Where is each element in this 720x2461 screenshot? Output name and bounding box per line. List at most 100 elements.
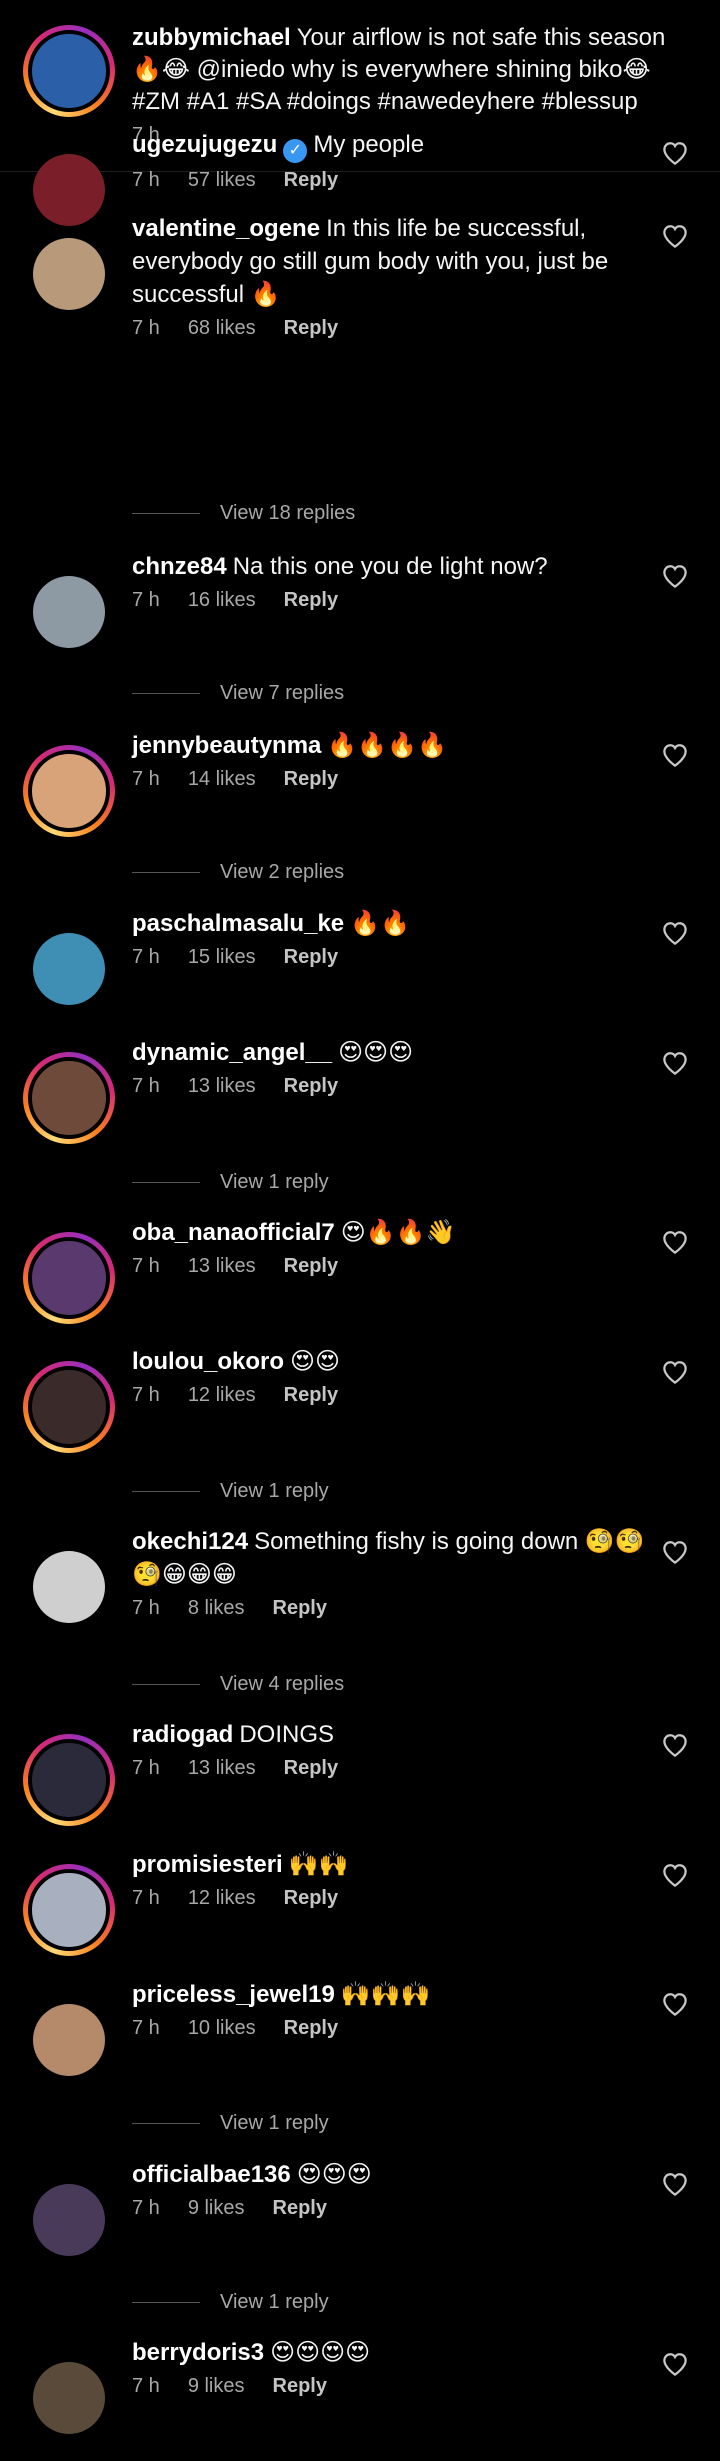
comment-likes[interactable]: 8 likes [188,1597,245,1619]
comment-likes[interactable]: 57 likes [188,169,256,191]
comment-message: 😍😍😍 [338,1039,414,1066]
like-heart-icon[interactable] [660,1537,690,1567]
comment-username[interactable]: okechi124 [132,1528,248,1555]
view-replies-button[interactable]: View 1 reply [132,1167,329,1197]
comment-text: berrydoris3 😍😍😍😍 [132,2336,662,2369]
caption-avatar[interactable] [23,25,115,117]
comment-avatar[interactable] [23,228,115,320]
like-heart-icon[interactable] [660,740,690,770]
comment-avatar[interactable] [23,1994,115,2086]
reply-button[interactable]: Reply [284,1757,338,1779]
view-replies-label: View 2 replies [220,860,345,883]
comment-username[interactable]: radiogad [132,1721,233,1748]
comment-avatar[interactable] [23,1052,115,1144]
view-replies-label: View 7 replies [220,681,345,704]
reply-button[interactable]: Reply [284,589,338,611]
comment-meta: 7 h 68 likes Reply [132,315,662,341]
comment-username[interactable]: promisiesteri [132,1851,283,1878]
like-heart-icon[interactable] [660,1730,690,1760]
reply-button[interactable]: Reply [284,317,338,339]
reply-button[interactable]: Reply [273,2375,327,2397]
view-replies-button[interactable]: View 7 replies [132,678,344,708]
reply-button[interactable]: Reply [273,2197,327,2219]
reply-button[interactable]: Reply [284,2017,338,2039]
reply-button[interactable]: Reply [284,1255,338,1277]
comment-username[interactable]: berrydoris3 [132,2339,264,2366]
view-replies-button[interactable]: View 1 reply [132,2108,329,2138]
comment-likes[interactable]: 12 likes [188,1887,256,1909]
comment-username[interactable]: loulou_okoro [132,1348,284,1375]
comment-text: promisiesteri 🙌🙌 [132,1848,662,1881]
comment-username[interactable]: dynamic_angel__ [132,1039,332,1066]
comment-username[interactable]: ugezujugezu [132,131,277,158]
comment-likes[interactable]: 16 likes [188,589,256,611]
comment-meta: 7 h 9 likes Reply [132,2373,662,2399]
like-heart-icon[interactable] [660,221,690,251]
comment-likes[interactable]: 12 likes [188,1384,256,1406]
comment-text: jennybeautynma 🔥🔥🔥🔥 [132,729,662,762]
comment-meta: 7 h 10 likes Reply [132,2015,662,2041]
like-heart-icon[interactable] [660,1357,690,1387]
view-replies-button[interactable]: View 1 reply [132,1476,329,1506]
caption-username[interactable]: zubbymichael [132,24,291,51]
comment-meta: 7 h 8 likes Reply [132,1595,662,1621]
comment-username[interactable]: officialbae136 [132,2161,291,2188]
comment-text: okechi124 Something fishy is going down 🧐… [132,1525,662,1591]
comment-avatar[interactable] [23,745,115,837]
comment-avatar[interactable] [23,566,115,658]
comment-likes[interactable]: 13 likes [188,1255,256,1277]
comment-likes[interactable]: 10 likes [188,2017,256,2039]
reply-button[interactable]: Reply [273,1597,327,1619]
comment-meta: 7 h 57 likes Reply [132,167,662,193]
comment-avatar[interactable] [23,2352,115,2444]
comment-avatar[interactable] [23,2174,115,2266]
like-heart-icon[interactable] [660,1860,690,1890]
comment-username[interactable]: jennybeautynma [132,732,321,759]
comment-likes[interactable]: 15 likes [188,946,256,968]
reply-button[interactable]: Reply [284,1384,338,1406]
view-replies-button[interactable]: View 1 reply [132,2287,329,2317]
comment-avatar[interactable] [23,1734,115,1826]
like-heart-icon[interactable] [660,2169,690,2199]
comment-meta: 7 h 9 likes Reply [132,2195,662,2221]
comment-username[interactable]: paschalmasalu_ke [132,910,344,937]
comment-likes[interactable]: 68 likes [188,317,256,339]
like-heart-icon[interactable] [660,1048,690,1078]
view-replies-button[interactable]: View 4 replies [132,1669,344,1699]
comment-text: valentine_ogene In this life be successfu… [132,212,662,311]
comment-avatar[interactable] [23,1864,115,1956]
like-heart-icon[interactable] [660,2349,690,2379]
like-heart-icon[interactable] [660,1227,690,1257]
comment-avatar[interactable] [23,144,115,236]
comment-likes[interactable]: 9 likes [188,2375,245,2397]
comment-avatar[interactable] [23,1232,115,1324]
comment-username[interactable]: priceless_jewel19 [132,1981,335,2008]
reply-button[interactable]: Reply [284,946,338,968]
comment-username[interactable]: oba_nanaofficial7 [132,1219,335,1246]
comment-avatar[interactable] [23,923,115,1015]
replies-divider [132,1490,200,1492]
comment-meta: 7 h 13 likes Reply [132,1755,662,1781]
like-heart-icon[interactable] [660,1989,690,2019]
reply-button[interactable]: Reply [284,1887,338,1909]
comment-body: paschalmasalu_ke 🔥🔥 7 h 15 likes Reply [132,907,662,970]
comment-time: 7 h [132,169,160,191]
like-heart-icon[interactable] [660,918,690,948]
comment-avatar[interactable] [23,1361,115,1453]
like-heart-icon[interactable] [660,561,690,591]
reply-button[interactable]: Reply [284,1075,338,1097]
view-replies-label: View 1 reply [220,2290,329,2313]
comment-meta: 7 h 13 likes Reply [132,1073,662,1099]
comment-likes[interactable]: 9 likes [188,2197,245,2219]
view-replies-button[interactable]: View 2 replies [132,857,344,887]
comment-username[interactable]: valentine_ogene [132,215,320,242]
reply-button[interactable]: Reply [284,768,338,790]
like-heart-icon[interactable] [660,138,690,168]
comment-avatar[interactable] [23,1541,115,1633]
comment-likes[interactable]: 13 likes [188,1757,256,1779]
view-replies-button[interactable]: View 18 replies [132,498,355,528]
comment-username[interactable]: chnze84 [132,553,227,580]
reply-button[interactable]: Reply [284,169,338,191]
comment-likes[interactable]: 14 likes [188,768,256,790]
comment-likes[interactable]: 13 likes [188,1075,256,1097]
